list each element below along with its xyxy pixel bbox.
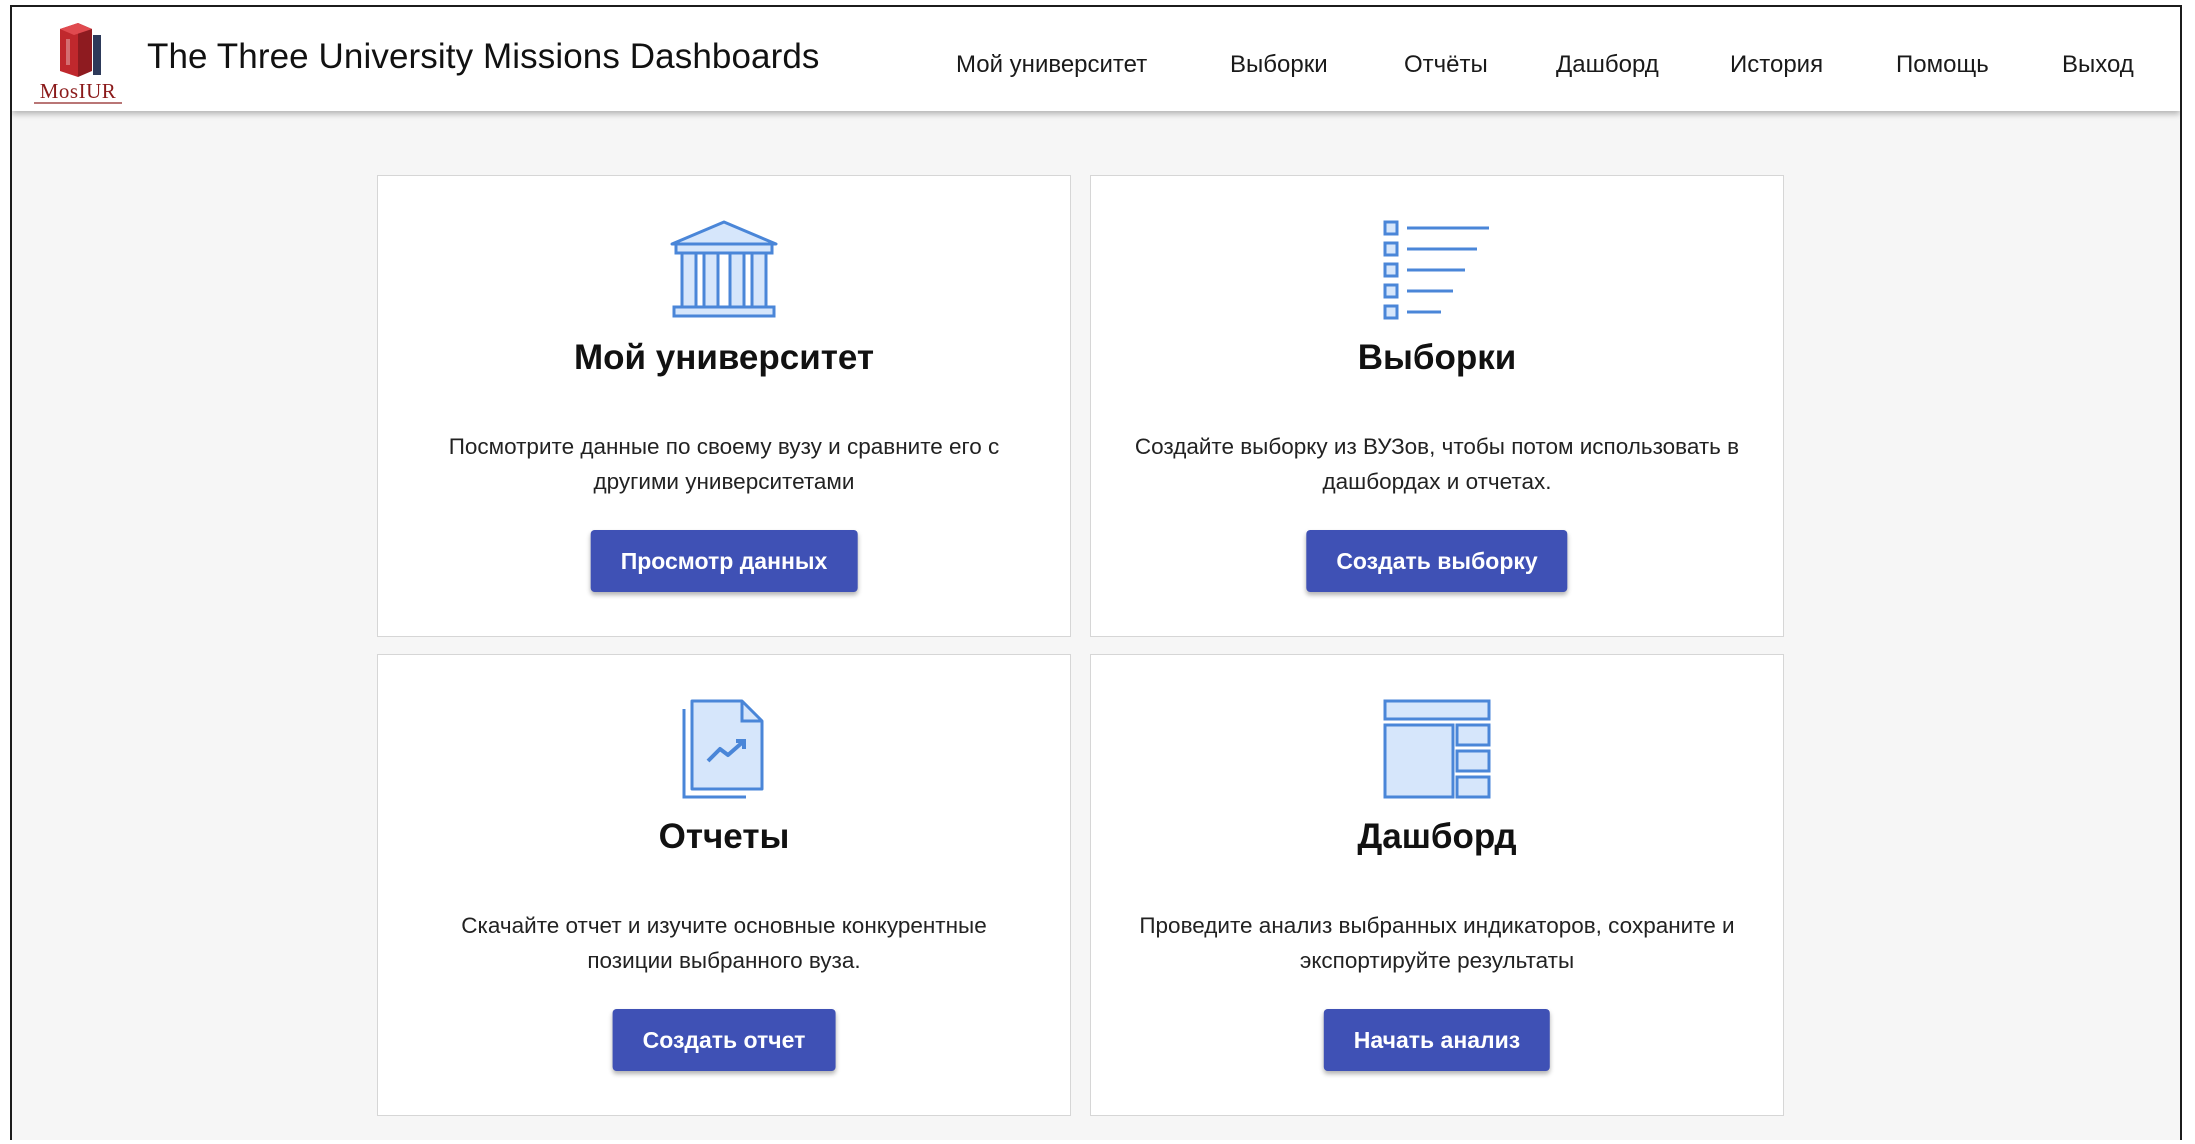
app-window: MosIUR The Three University Missions Das… <box>10 5 2182 1140</box>
card-dashboard: Дашборд Проведите анализ выбранных индик… <box>1090 654 1784 1116</box>
nav-samples[interactable]: Выборки <box>1230 51 1328 79</box>
card-description: Проведите анализ выбранных индикаторов, … <box>1139 913 1735 973</box>
nav-my-university[interactable]: Мой университет <box>956 51 1147 79</box>
list-icon <box>1091 218 1783 326</box>
nav-dashboard[interactable]: Дашборд <box>1556 51 1659 79</box>
logo-text: MosIUR <box>39 79 117 103</box>
card-description: Посмотрите данные по своему вузу и сравн… <box>448 434 1000 494</box>
card-description: Создайте выборку из ВУЗов, чтобы потом и… <box>1134 434 1740 494</box>
start-analysis-button[interactable]: Начать анализ <box>1323 1009 1551 1071</box>
top-bar: MosIUR The Three University Missions Das… <box>12 7 2180 111</box>
card-title: Отчеты <box>658 817 790 856</box>
nav-help[interactable]: Помощь <box>1896 51 1989 79</box>
nav-logout[interactable]: Выход <box>2062 51 2134 79</box>
view-data-button[interactable]: Просмотр данных <box>590 530 858 592</box>
create-sample-button[interactable]: Создать выборку <box>1306 530 1568 592</box>
card-title: Мой университет <box>573 338 875 377</box>
nav-reports[interactable]: Отчёты <box>1404 51 1488 79</box>
card-samples: Выборки Создайте выборку из ВУЗов, чтобы… <box>1090 175 1784 637</box>
dashboard-layout-icon <box>1091 697 1783 805</box>
main-nav: Мой университет Выборки Отчёты Дашборд И… <box>12 51 2180 81</box>
logo-underline <box>34 102 122 104</box>
report-document-icon <box>378 697 1070 805</box>
nav-history[interactable]: История <box>1730 51 1823 79</box>
card-title: Выборки <box>1357 338 1517 377</box>
create-report-button[interactable]: Создать отчет <box>612 1009 836 1071</box>
card-reports: Отчеты Скачайте отчет и изучите основные… <box>377 654 1071 1116</box>
card-title: Дашборд <box>1357 817 1517 856</box>
card-my-university: Мой университет Посмотрите данные по сво… <box>377 175 1071 637</box>
university-building-icon <box>378 218 1070 326</box>
card-description: Скачайте отчет и изучите основные конкур… <box>461 913 987 973</box>
